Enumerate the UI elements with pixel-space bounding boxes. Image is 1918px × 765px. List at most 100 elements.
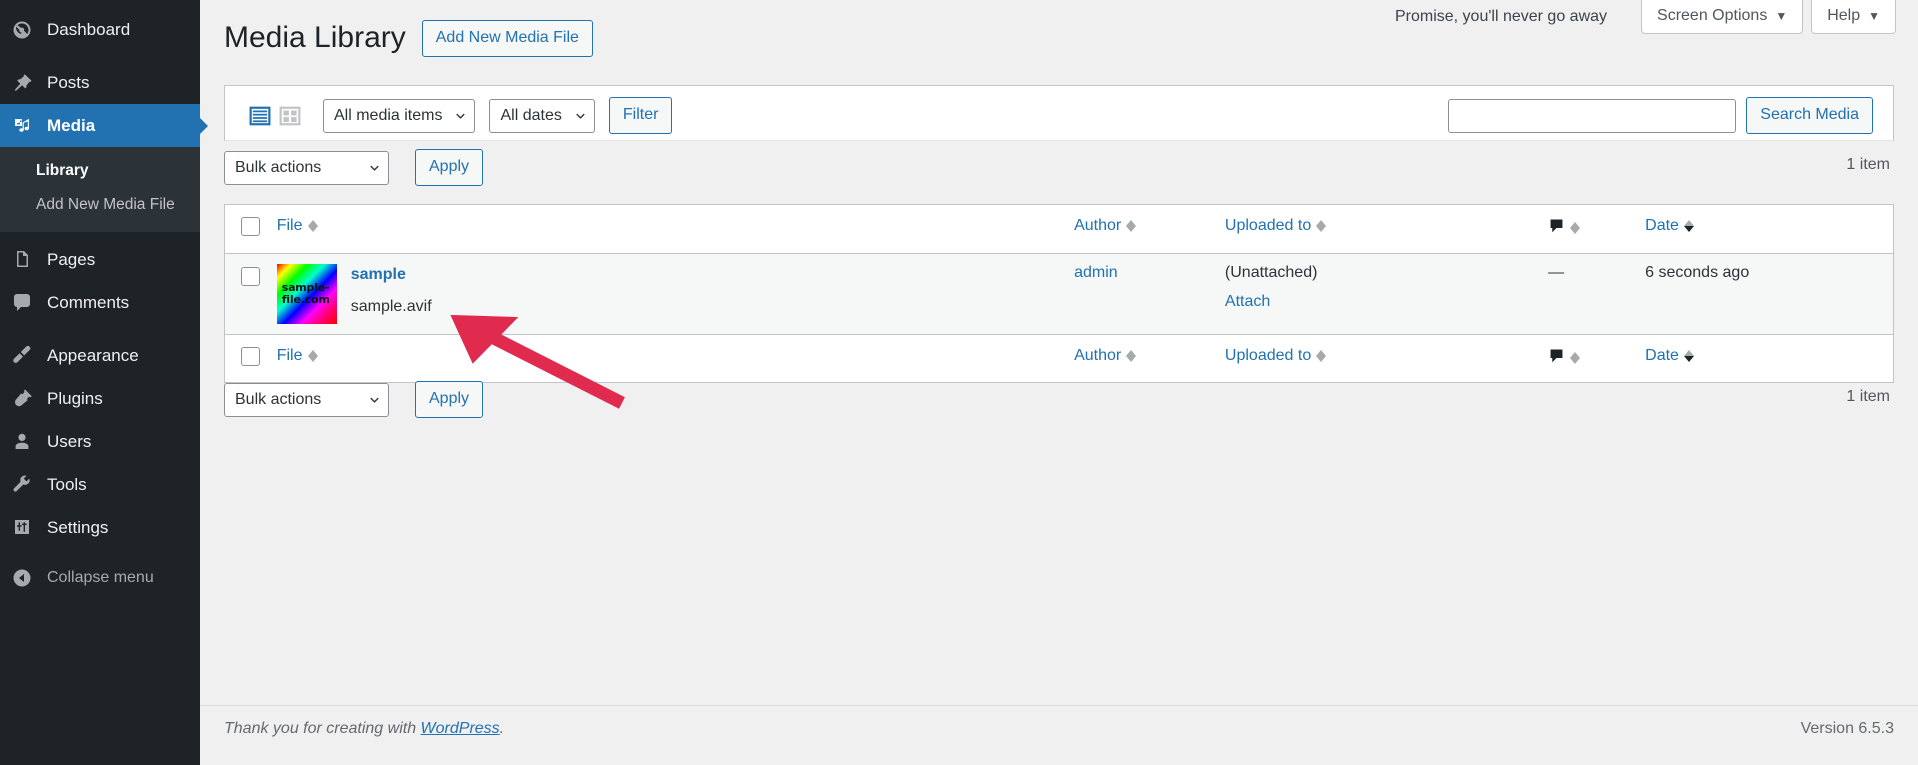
search-input[interactable]: [1448, 98, 1737, 133]
sort-file-bottom[interactable]: File: [277, 347, 318, 365]
comment-bubble-icon: [1548, 347, 1565, 369]
wordpress-link[interactable]: WordPress: [421, 720, 500, 737]
sort-author-bottom[interactable]: Author: [1074, 347, 1137, 365]
sidebar-item-media[interactable]: Media: [0, 104, 208, 147]
comment-bubble-icon: [1548, 217, 1565, 239]
pin-icon: [12, 73, 38, 93]
sidebar-item-pages[interactable]: Pages: [0, 238, 200, 281]
sort-indicator-icon: [1683, 218, 1694, 234]
media-type-filter-wrap: All media items: [323, 98, 476, 133]
select-all-footer: [225, 333, 277, 382]
date-filter[interactable]: All dates: [489, 98, 595, 133]
row-uploaded-to-cell: (Unattached) Attach: [1224, 253, 1549, 335]
pages-icon: [12, 249, 38, 269]
submenu-item-library[interactable]: Library: [0, 154, 200, 188]
table-row: sample-file.com sample sample.avif admin…: [225, 253, 1893, 335]
chevron-down-icon: ▼: [1775, 9, 1788, 23]
sidebar-item-users[interactable]: Users: [0, 420, 200, 463]
bulk-actions-select-bottom[interactable]: Bulk actions: [224, 382, 389, 417]
bulk-actions-select-wrap-bottom: Bulk actions: [224, 382, 389, 417]
table-footer-row: File Author Uploaded to Date: [225, 333, 1893, 382]
add-new-media-file-button[interactable]: Add New Media File: [421, 20, 593, 57]
media-title-link[interactable]: sample: [351, 266, 406, 284]
users-icon: [12, 431, 38, 451]
sidebar-item-plugins[interactable]: Plugins: [0, 377, 200, 420]
item-count-top: 1 item: [1846, 156, 1890, 173]
menu-separator: [0, 324, 200, 334]
comments-value: —: [1548, 263, 1565, 281]
sort-comments-bottom[interactable]: [1548, 347, 1581, 369]
help-button[interactable]: Help ▼: [1811, 0, 1896, 34]
row-author-cell: admin: [1074, 253, 1225, 335]
appearance-icon: [12, 345, 38, 365]
filter-button[interactable]: Filter: [608, 97, 673, 134]
sidebar-item-label: Tools: [47, 474, 87, 494]
column-header-author: Author: [1074, 205, 1225, 254]
column-label: File: [276, 346, 303, 364]
sidebar-item-comments[interactable]: Comments: [0, 281, 200, 324]
sort-date-bottom[interactable]: Date: [1645, 347, 1694, 365]
attach-link[interactable]: Attach: [1225, 293, 1538, 311]
sidebar-item-tools[interactable]: Tools: [0, 463, 200, 506]
select-all-checkbox-top[interactable]: [241, 217, 260, 236]
select-all-checkbox-bottom[interactable]: [241, 346, 260, 366]
sort-uploaded-to-top[interactable]: Uploaded to: [1224, 217, 1327, 235]
screen-options-button[interactable]: Screen Options ▼: [1641, 0, 1804, 34]
column-label: Author: [1074, 217, 1122, 234]
sort-indicator-icon: [1570, 350, 1581, 366]
bulk-actions-select-top[interactable]: Bulk actions: [224, 150, 389, 185]
sidebar-item-label: Posts: [47, 73, 90, 92]
admin-sidebar: Dashboard Posts Media Library Add New Me…: [0, 0, 208, 765]
list-view-icon[interactable]: [249, 105, 271, 127]
sidebar-item-settings[interactable]: Settings: [0, 506, 200, 549]
dashboard-icon: [12, 20, 38, 40]
row-comments-cell: —: [1548, 253, 1646, 335]
chevron-down-icon: ▼: [1868, 9, 1880, 23]
row-checkbox[interactable]: [241, 266, 260, 286]
column-label: Uploaded to: [1224, 346, 1312, 364]
watermark-line2: file.com: [281, 292, 330, 306]
media-submenu: Library Add New Media File: [0, 147, 200, 232]
collapse-menu-button[interactable]: Collapse menu: [0, 557, 200, 600]
sort-uploaded-to-bottom[interactable]: Uploaded to: [1224, 346, 1327, 365]
column-header-uploaded-to: Uploaded to: [1224, 205, 1549, 254]
tools-icon: [12, 474, 38, 494]
bulk-actions-bottom: Bulk actions Apply 1 item: [224, 378, 1894, 426]
sidebar-item-label: Appearance: [47, 345, 139, 365]
bulk-actions-select-wrap-top: Bulk actions: [224, 150, 389, 185]
apply-button-top[interactable]: Apply: [415, 149, 484, 186]
select-all-header: [225, 205, 277, 254]
sidebar-item-dashboard[interactable]: Dashboard: [0, 8, 200, 51]
main-content: Promise, you'll never go away Screen Opt…: [200, 0, 1918, 765]
sort-indicator-icon: [1126, 218, 1137, 234]
search-group: Search Media: [1448, 97, 1873, 134]
search-media-button[interactable]: Search Media: [1746, 97, 1873, 134]
sort-indicator-icon: [1570, 220, 1581, 236]
admin-footer: Thank you for creating with WordPress. V…: [200, 705, 1918, 765]
submenu-item-add-new-media-file[interactable]: Add New Media File: [0, 188, 200, 222]
media-icon: [12, 116, 38, 136]
column-footer-date: Date: [1645, 333, 1893, 382]
grid-view-icon[interactable]: [279, 105, 301, 127]
sidebar-item-appearance[interactable]: Appearance: [0, 334, 200, 377]
apply-button-bottom[interactable]: Apply: [415, 381, 484, 418]
sidebar-item-label: Media: [47, 116, 96, 135]
sidebar-item-posts[interactable]: Posts: [0, 61, 200, 104]
author-link[interactable]: admin: [1074, 264, 1118, 281]
media-thumbnail[interactable]: sample-file.com: [276, 263, 337, 324]
screen-meta-links: Promise, you'll never go away Screen Opt…: [1395, 0, 1896, 36]
sidebar-item-label: Users: [47, 431, 92, 451]
column-label: Date: [1645, 346, 1679, 364]
sidebar-item-label: Dashboard: [47, 20, 131, 39]
sort-comments-top[interactable]: [1548, 217, 1581, 239]
sort-file-top[interactable]: File: [277, 217, 318, 235]
sort-author-top[interactable]: Author: [1074, 217, 1137, 235]
date-filter-wrap: All dates: [489, 98, 595, 133]
sort-indicator-icon: [307, 218, 318, 234]
settings-icon: [12, 517, 38, 537]
media-type-filter[interactable]: All media items: [323, 98, 476, 133]
comments-icon: [12, 292, 38, 312]
sidebar-item-label: Plugins: [47, 388, 103, 408]
column-label: Uploaded to: [1224, 217, 1312, 234]
sort-date-top[interactable]: Date: [1645, 217, 1694, 235]
